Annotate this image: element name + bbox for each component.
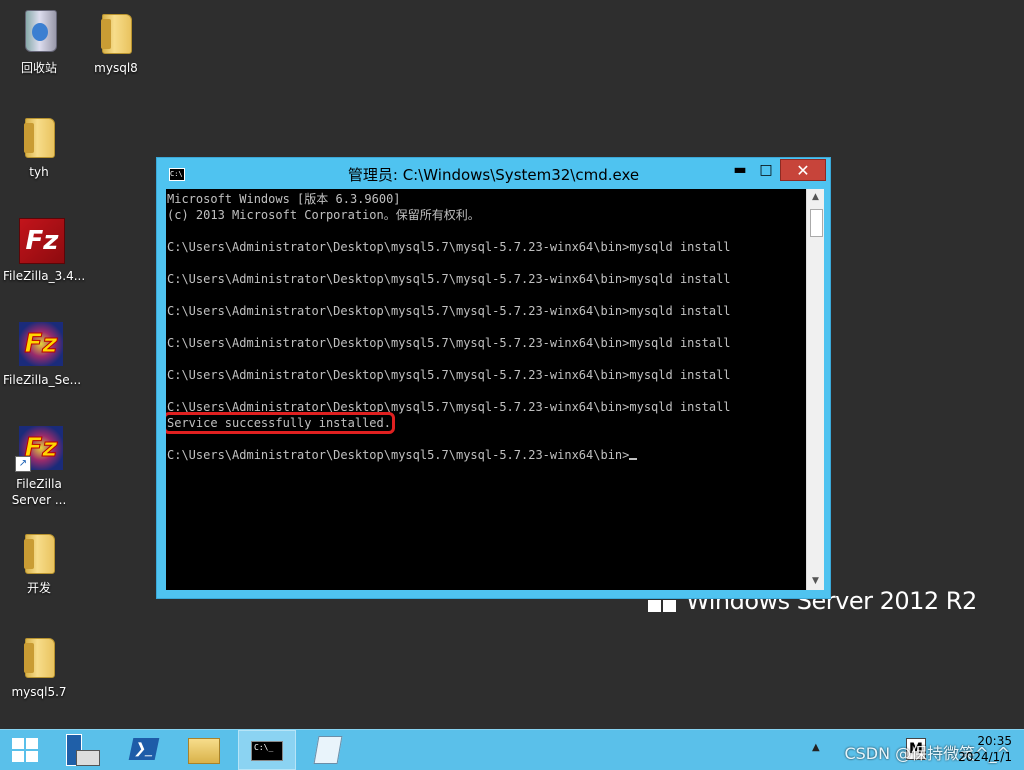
powershell-icon: ❯_ [128,738,160,760]
console-line: (c) 2013 Microsoft Corporation。保留所有权利。 [167,208,480,222]
system-clock[interactable]: 20:35 2024/1/1 [958,733,1012,765]
desktop-icon-label: FileZilla Server ... [11,477,67,507]
desktop-icon-label: FileZilla_Se... [3,373,82,387]
recycle-bin-icon [15,8,63,56]
desktop-icon-filezilla-client[interactable]: Fz FileZilla_3.4... [3,216,86,284]
scroll-up-icon[interactable]: ▲ [807,189,824,206]
filezilla-server-icon: Fz [15,320,63,368]
console-line-highlighted: Service successfully installed. [166,412,806,434]
folder-icon [92,8,140,56]
console-line: C:\Users\Administrator\Desktop\mysql5.7\… [167,447,806,463]
filezilla-icon: Fz [15,216,65,264]
close-button[interactable]: ✕ [780,159,826,181]
desktop-icon-dev[interactable]: 开发 [3,528,75,596]
command-prompt-icon: C:\_ [251,741,283,761]
desktop-icon-label: mysql8 [94,61,138,75]
taskbar-powershell[interactable]: ❯_ [118,730,172,770]
desktop-icon-recycle-bin[interactable]: 回收站 [3,8,75,76]
taskbar-notepad[interactable] [300,730,354,770]
minimize-button[interactable]: ▬ [728,159,752,181]
text-cursor [629,458,638,460]
clock-time: 20:35 [977,734,1012,748]
taskbar-server-manager[interactable] [56,730,110,770]
taskbar-file-explorer[interactable] [176,730,230,770]
console-line: C:\Users\Administrator\Desktop\mysql5.7\… [167,240,731,254]
console-text: Microsoft Windows [版本 6.3.9600] (c) 2013 … [166,189,806,463]
toolbox-icon [76,750,100,766]
desktop-icon-tyh[interactable]: tyh [3,112,75,180]
windows-start-icon [12,738,38,762]
folder-icon [15,112,63,160]
highlight-box: Service successfully installed. [166,412,395,434]
taskbar: ❯_ C:\_ ▲ M CSDN @保持微笑^_^ 20:35 2024/1/1 [0,729,1024,770]
folder-icon [15,528,63,576]
notepad-icon [313,736,343,764]
cmd-window[interactable]: C:\ 管理员: C:\Windows\System32\cmd.exe ▬ □… [156,157,831,599]
console-line: C:\Users\Administrator\Desktop\mysql5.7\… [167,304,731,318]
vertical-scrollbar[interactable]: ▲ ▼ [806,189,824,590]
filezilla-server-icon: Fz ↗ [15,424,63,472]
show-hidden-icons-button[interactable]: ▲ [812,742,820,753]
desktop-icon-mysql57[interactable]: mysql5.7 [3,632,75,700]
console-line: C:\Users\Administrator\Desktop\mysql5.7\… [167,272,731,286]
console-line: C:\Users\Administrator\Desktop\mysql5.7\… [167,400,731,414]
desktop-icon-label: 开发 [26,581,51,595]
clock-date: 2024/1/1 [958,750,1012,764]
desktop-icon-label: tyh [29,165,49,179]
desktop-icon-mysql8[interactable]: mysql8 [80,8,152,76]
folder-icon [15,632,63,680]
console-line: Microsoft Windows [版本 6.3.9600] [167,192,401,206]
desktop-icon-filezilla-server-shortcut[interactable]: Fz ↗ FileZilla Server ... [3,424,75,508]
scroll-down-icon[interactable]: ▼ [807,573,824,590]
console-line: C:\Users\Administrator\Desktop\mysql5.7\… [167,336,731,350]
desktop-icon-label: 回收站 [20,61,57,75]
file-explorer-icon [188,738,220,764]
maximize-button[interactable]: □ [754,159,778,181]
taskbar-command-prompt[interactable]: C:\_ [238,730,296,770]
window-titlebar[interactable]: C:\ 管理员: C:\Windows\System32\cmd.exe ▬ □… [157,158,830,188]
console-output[interactable]: Microsoft Windows [版本 6.3.9600] (c) 2013 … [166,189,806,590]
scrollbar-thumb[interactable] [810,209,823,237]
desktop-icon-label: mysql5.7 [11,685,67,699]
shortcut-arrow-icon: ↗ [15,456,31,472]
desktop-icon-filezilla-server[interactable]: Fz FileZilla_Se... [3,320,82,388]
start-button[interactable] [0,730,54,770]
console-line: C:\Users\Administrator\Desktop\mysql5.7\… [167,368,731,382]
desktop-icon-label: FileZilla_3.4... [3,269,86,283]
